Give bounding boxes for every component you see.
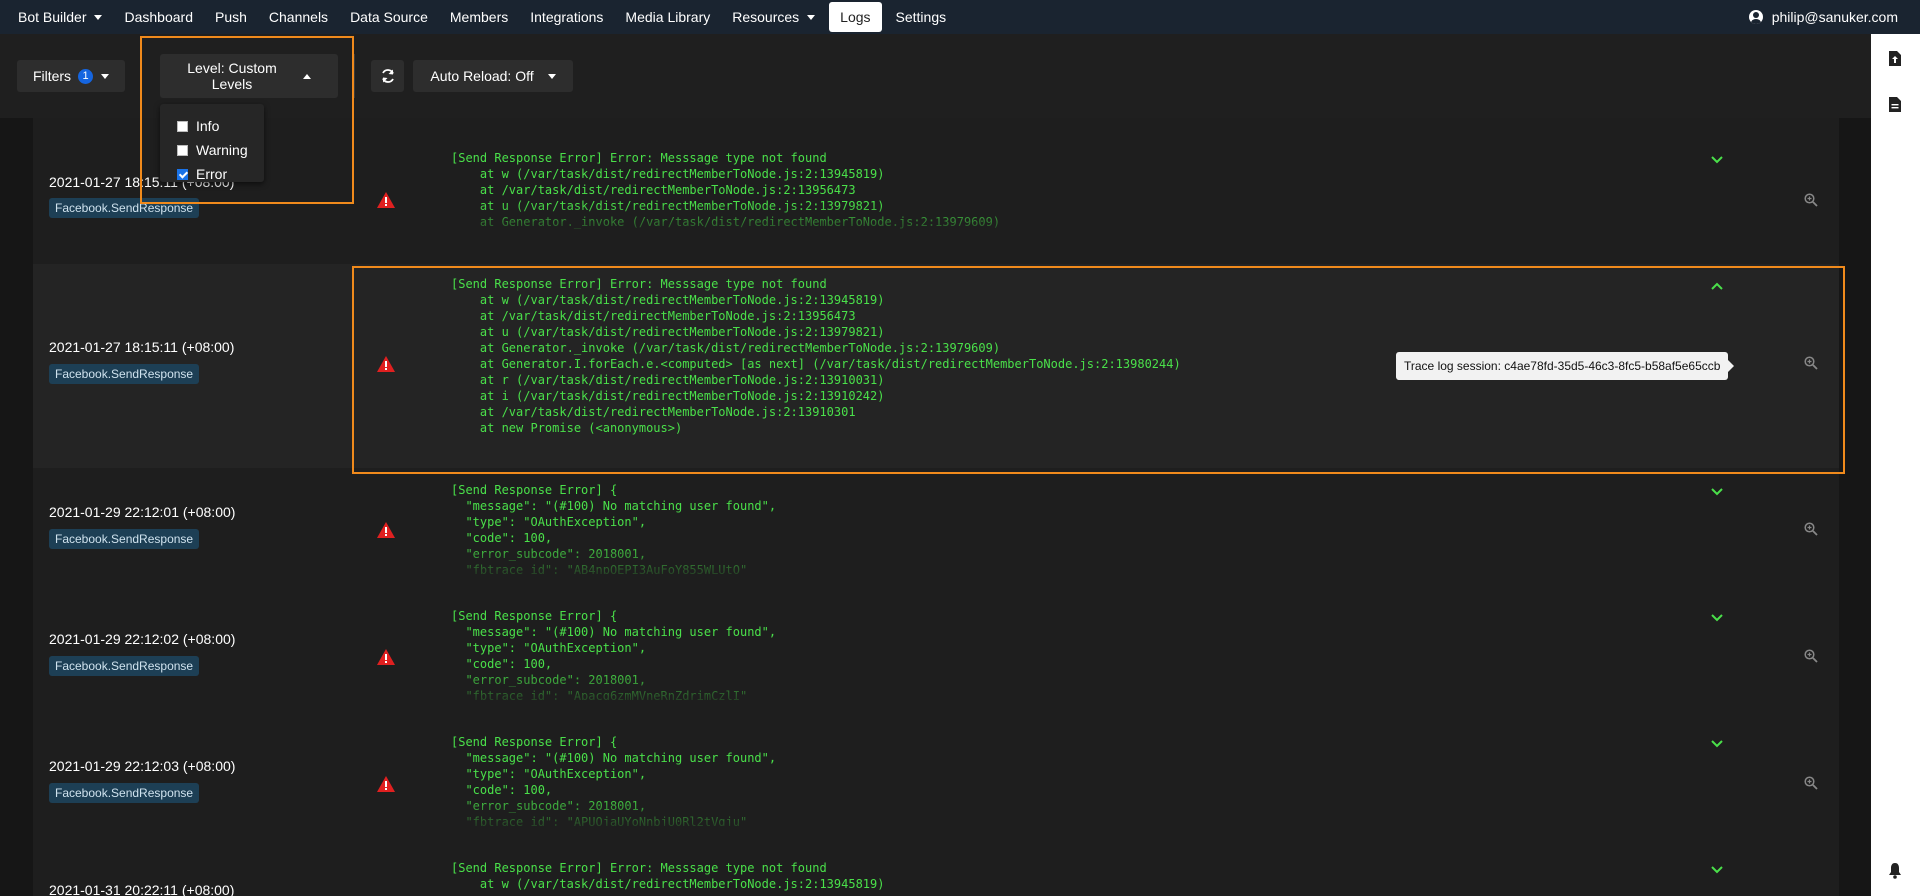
nav-resources[interactable]: Resources	[721, 2, 826, 32]
log-message: [Send Response Error] { "message": "(#10…	[451, 483, 777, 574]
chevron-up-icon[interactable]	[1711, 282, 1723, 290]
log-date: 2021-01-29 22:12:02 (+08:00)	[49, 631, 236, 647]
log-message: [Send Response Error] { "message": "(#10…	[451, 609, 777, 700]
log-row[interactable]: 2021-01-29 22:12:03 (+08:00) Facebook.Se…	[33, 720, 1839, 847]
log-tag: Facebook.SendResponse	[49, 364, 200, 384]
log-date: 2021-01-29 22:12:03 (+08:00)	[49, 758, 236, 774]
chevron-down-icon[interactable]	[1711, 488, 1723, 496]
nav-media-library[interactable]: Media Library	[614, 2, 721, 32]
user-email: philip@sanuker.com	[1771, 9, 1898, 25]
auto-reload-button[interactable]: Auto Reload: Off	[413, 60, 573, 92]
log-date: 2021-01-29 22:12:01 (+08:00)	[49, 504, 236, 520]
caret-down-icon	[547, 73, 556, 79]
nav-members[interactable]: Members	[439, 2, 519, 32]
option-label: Info	[196, 118, 220, 134]
zoom-in-icon[interactable]	[1804, 649, 1818, 663]
checkbox-info[interactable]	[177, 120, 188, 132]
trace-session-tooltip: Trace log session: c4ae78fd-35d5-46c3-8f…	[1396, 352, 1735, 380]
log-row[interactable]: 2021-01-29 22:12:02 (+08:00) Facebook.Se…	[33, 594, 1839, 721]
toolbar: Filters 1 Level: Custom Levels Auto Relo…	[0, 34, 1871, 118]
top-navbar: Bot Builder Dashboard Push Channels Data…	[0, 0, 1920, 34]
warning-triangle-icon	[377, 649, 395, 665]
log-row[interactable]: 2021-01-29 22:12:01 (+08:00) Facebook.Se…	[33, 468, 1839, 595]
filters-button[interactable]: Filters 1	[17, 60, 125, 92]
log-row[interactable]: 2021-01-31 20:22:11 (+08:00) [Send Respo…	[33, 846, 1839, 896]
chevron-down-icon[interactable]	[1711, 156, 1723, 164]
log-tag: Facebook.SendResponse	[49, 529, 200, 549]
chevron-down-icon[interactable]	[1711, 614, 1723, 622]
log-tag: Facebook.SendResponse	[49, 198, 200, 218]
auto-reload-label: Auto Reload: Off	[430, 68, 534, 84]
checkbox-error[interactable]	[177, 168, 188, 180]
zoom-in-icon[interactable]	[1804, 356, 1818, 370]
level-label: Level: Custom Levels	[187, 60, 276, 92]
user-circle-icon	[1748, 10, 1763, 24]
level-option-error[interactable]: Error	[177, 166, 227, 182]
level-dropdown-menu: Info Warning Error	[160, 104, 264, 182]
caret-down-icon	[807, 14, 816, 20]
warning-triangle-icon	[377, 192, 395, 208]
right-sidebar	[1871, 34, 1920, 896]
level-filter-button[interactable]: Level: Custom Levels	[160, 54, 338, 98]
warning-triangle-icon	[377, 776, 395, 792]
option-label: Error	[196, 166, 228, 182]
caret-down-icon	[101, 73, 110, 79]
nav-settings[interactable]: Settings	[885, 2, 958, 32]
nav-push[interactable]: Push	[204, 2, 258, 32]
log-date: 2021-01-31 20:22:11 (+08:00)	[49, 882, 235, 896]
file-icon[interactable]	[1888, 96, 1902, 113]
zoom-in-icon[interactable]	[1804, 522, 1818, 536]
refresh-button[interactable]	[371, 60, 404, 92]
level-option-warning[interactable]: Warning	[177, 142, 248, 158]
nav-channels[interactable]: Channels	[258, 2, 339, 32]
log-message: [Send Response Error] { "message": "(#10…	[451, 735, 777, 826]
log-message: [Send Response Error] Error: Messsage ty…	[451, 151, 1181, 232]
nav-bot-builder[interactable]: Bot Builder	[0, 2, 113, 32]
zoom-in-icon[interactable]	[1804, 776, 1818, 790]
log-row[interactable]: 2021-01-27 18:15:11 (+08:00) Facebook.Se…	[33, 118, 1839, 265]
file-upload-icon[interactable]	[1888, 50, 1902, 67]
caret-up-icon	[302, 73, 311, 79]
refresh-icon	[381, 69, 394, 83]
nav-logs[interactable]: Logs	[829, 2, 882, 32]
log-list: 2021-01-27 18:15:11 (+08:00) Facebook.Se…	[33, 118, 1839, 896]
level-label-line1: Level: Custom	[187, 60, 277, 76]
nav-data-source[interactable]: Data Source	[339, 2, 439, 32]
nav-dashboard[interactable]: Dashboard	[113, 2, 204, 32]
log-tag: Facebook.SendResponse	[49, 783, 200, 803]
nav-integrations[interactable]: Integrations	[519, 2, 614, 32]
level-option-info[interactable]: Info	[177, 118, 219, 134]
option-label: Warning	[196, 142, 248, 158]
warning-triangle-icon	[377, 356, 395, 372]
nav-label: Bot Builder	[18, 9, 87, 25]
log-tag: Facebook.SendResponse	[49, 656, 200, 676]
log-message: [Send Response Error] Error: Messsage ty…	[451, 861, 885, 891]
chevron-down-icon[interactable]	[1711, 866, 1723, 874]
chevron-down-icon[interactable]	[1711, 740, 1723, 748]
checkbox-warning[interactable]	[177, 144, 188, 156]
zoom-in-icon[interactable]	[1804, 193, 1818, 207]
caret-down-icon	[94, 14, 103, 20]
bell-icon[interactable]	[1888, 862, 1902, 879]
user-menu[interactable]: philip@sanuker.com	[1748, 0, 1898, 34]
log-message: [Send Response Error] Error: Messsage ty…	[451, 277, 1181, 438]
level-label-line2: Levels	[211, 76, 253, 92]
log-date: 2021-01-27 18:15:11 (+08:00)	[49, 339, 235, 355]
filters-label: Filters	[32, 68, 72, 84]
nav-label: Resources	[732, 9, 800, 25]
warning-triangle-icon	[377, 522, 395, 538]
toolbar-divider	[354, 54, 355, 98]
filters-count-badge: 1	[78, 68, 94, 84]
